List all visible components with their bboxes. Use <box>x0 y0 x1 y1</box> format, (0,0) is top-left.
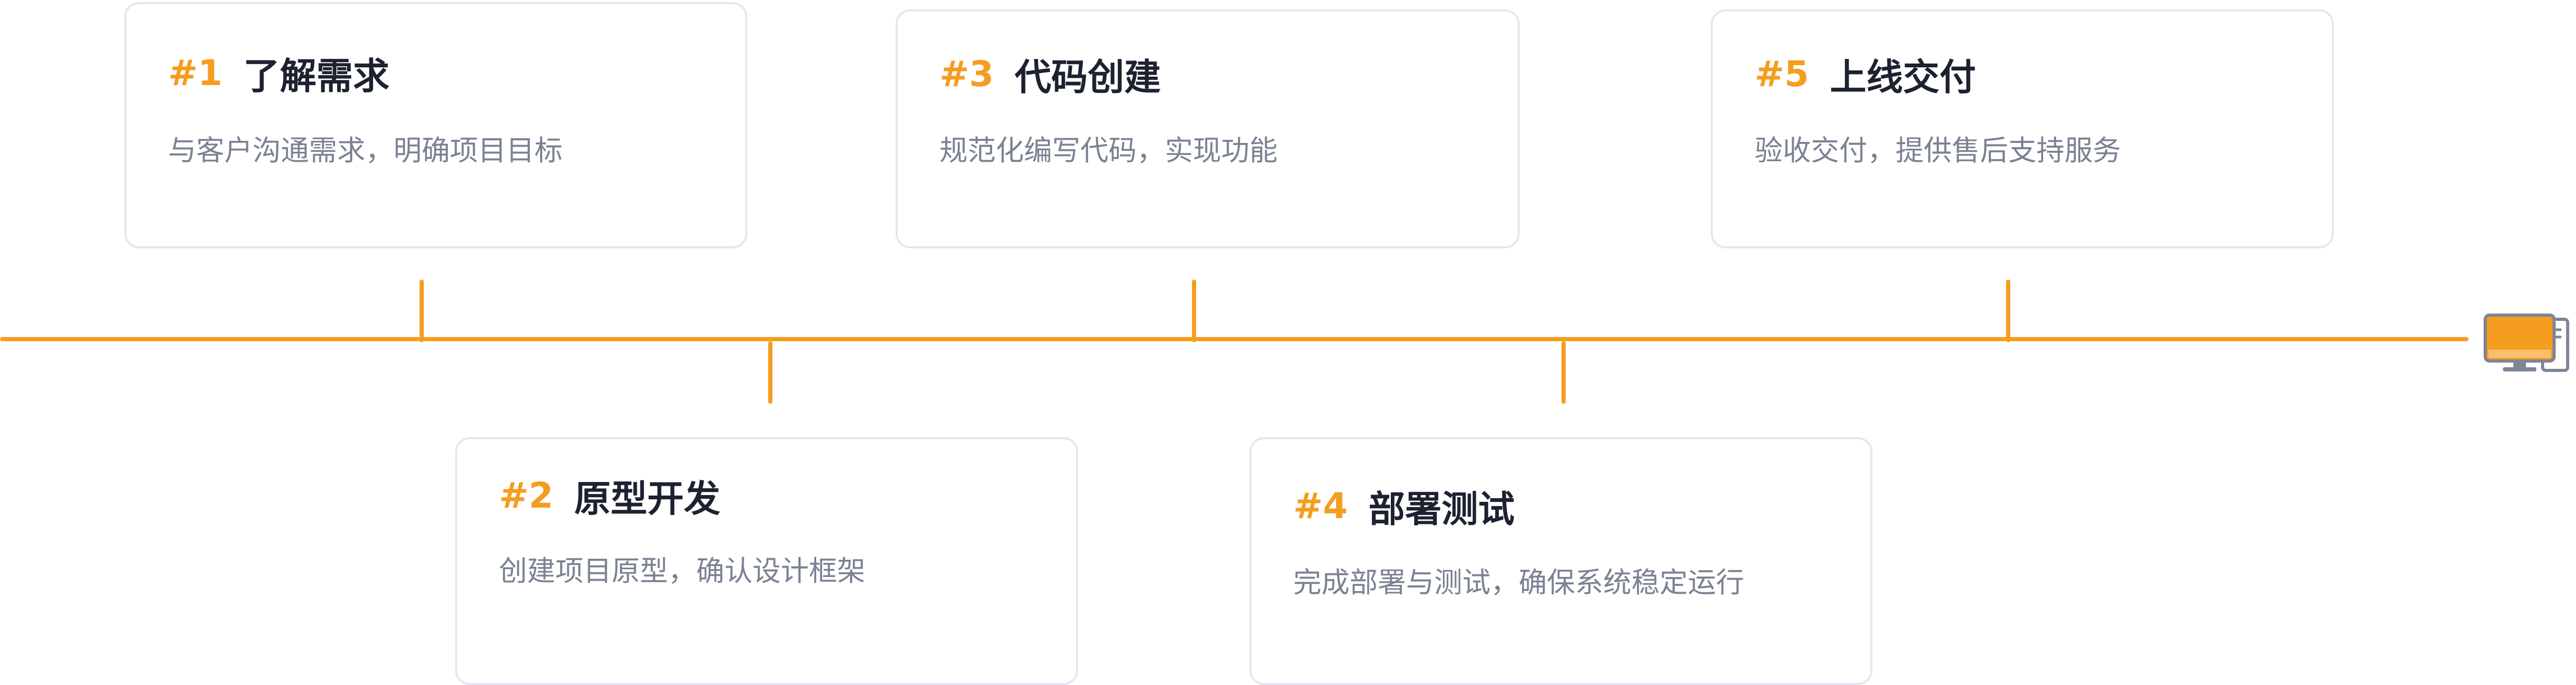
step-number: #1 <box>168 53 223 94</box>
timeline-line <box>0 337 2468 341</box>
timeline-tick-4 <box>1561 341 1566 404</box>
timeline-tick-3 <box>1192 280 1196 342</box>
timeline-tick-1 <box>420 280 424 342</box>
step-title: 代码创建 <box>1015 56 1161 99</box>
step-card-4: #4 部署测试 完成部署与测试，确保系统稳定运行 <box>1249 437 1873 685</box>
step-description: 规范化编写代码，实现功能 <box>939 134 1278 167</box>
timeline-tick-5 <box>2006 280 2010 342</box>
step-number: #2 <box>499 475 554 516</box>
step-description: 验收交付，提供售后支持服务 <box>1755 134 2121 167</box>
step-title: 上线交付 <box>1830 56 1976 99</box>
step-card-1: #1 了解需求 与客户沟通需求，明确项目目标 <box>124 2 747 248</box>
step-card-2: #2 原型开发 创建项目原型，确认设计框架 <box>455 437 1078 685</box>
step-card-header: #1 了解需求 <box>168 47 389 100</box>
step-card-header: #4 部署测试 <box>1293 480 1514 533</box>
timeline-tick-2 <box>768 341 772 404</box>
step-title: 部署测试 <box>1368 488 1515 531</box>
step-card-5: #5 上线交付 验收交付，提供售后支持服务 <box>1711 9 2334 248</box>
step-title: 原型开发 <box>574 477 721 520</box>
step-title: 了解需求 <box>243 55 390 98</box>
step-description: 与客户沟通需求，明确项目目标 <box>168 134 563 167</box>
step-card-header: #2 原型开发 <box>499 470 720 522</box>
step-card-header: #3 代码创建 <box>939 48 1161 101</box>
step-number: #5 <box>1755 54 1809 95</box>
computer-icon <box>2484 314 2569 372</box>
step-description: 创建项目原型，确认设计框架 <box>499 555 865 587</box>
step-description: 完成部署与测试，确保系统稳定运行 <box>1293 566 1744 599</box>
step-card-3: #3 代码创建 规范化编写代码，实现功能 <box>896 9 1520 248</box>
step-number: #3 <box>939 54 994 95</box>
step-card-header: #5 上线交付 <box>1755 48 1976 101</box>
step-number: #4 <box>1293 486 1348 527</box>
